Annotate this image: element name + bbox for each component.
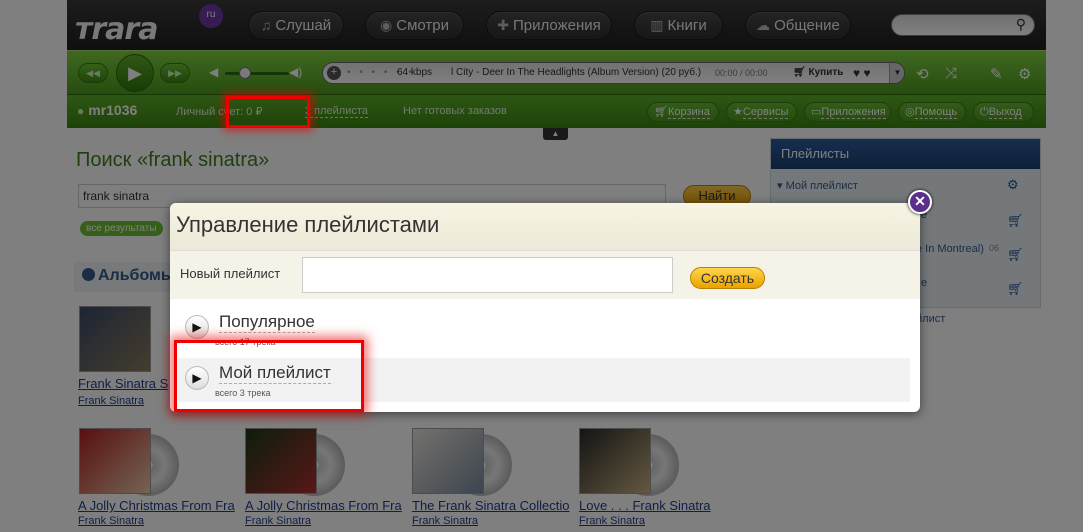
highlight-box [174, 340, 364, 412]
highlight-box [226, 96, 310, 128]
new-playlist-row: Новый плейлист Создать [170, 251, 920, 299]
new-playlist-label: Новый плейлист [180, 266, 281, 281]
new-playlist-input[interactable] [302, 257, 673, 293]
create-button[interactable]: Создать [690, 267, 765, 289]
playlist-name[interactable]: Популярное [219, 312, 315, 333]
close-icon[interactable]: ✕ [908, 190, 932, 214]
play-icon[interactable]: ▶ [185, 315, 209, 339]
dialog-title: Управление плейлистами [170, 203, 920, 251]
